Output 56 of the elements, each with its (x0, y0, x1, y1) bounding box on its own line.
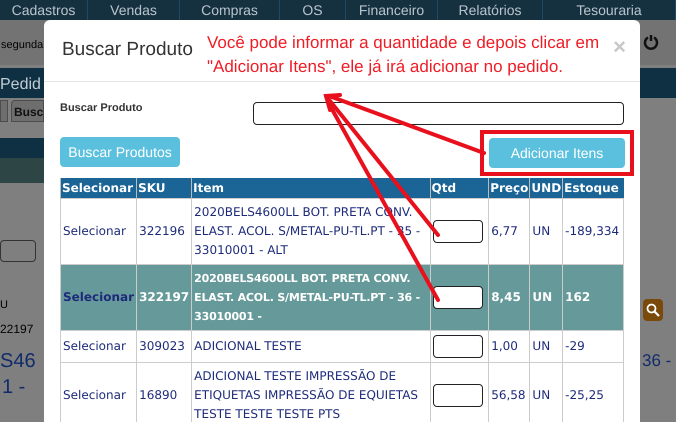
table-cell: -25,25 (562, 362, 624, 422)
field-label: Buscar Produto (60, 101, 144, 116)
nav-menu-item[interactable]: Compras (201, 0, 258, 20)
nav-menu-item[interactable]: Financeiro (358, 0, 424, 20)
column-header: Selecionar (60, 178, 137, 198)
table-cell: UN (530, 198, 563, 264)
search-field[interactable] (252, 102, 624, 125)
nav-menu-item[interactable]: Relatórios (458, 0, 522, 20)
column-header: Preço (488, 178, 530, 198)
product-name: 36 - (642, 350, 672, 372)
select-link[interactable]: Selecionar (60, 198, 137, 264)
table-cell: 162 (562, 264, 624, 330)
page-title: Pedid (0, 75, 41, 95)
table-row (0, 158, 44, 183)
table-header (0, 138, 44, 158)
select-link[interactable]: Selecionar (60, 330, 137, 362)
column-header: Qtd (430, 178, 489, 198)
column-header: Item (192, 178, 430, 198)
table-cell: ADICIONAL TESTE (192, 330, 430, 362)
column-label: U (0, 298, 8, 313)
table-cell: 6,77 (488, 198, 530, 264)
table-cell: UN (530, 264, 563, 330)
nav-menu-item[interactable]: Cadastros (12, 0, 76, 20)
table-cell: 322197 (136, 264, 192, 330)
select-link[interactable]: Selecionar (60, 264, 137, 330)
column-header: UND (530, 178, 563, 198)
select-link[interactable]: Selecionar (60, 362, 137, 422)
product-name: 1 - (2, 375, 26, 400)
table-cell: -29 (562, 330, 624, 362)
tab[interactable]: Busc (11, 100, 44, 122)
column-header: SKU (136, 178, 192, 198)
table-cell: 8,45 (488, 264, 530, 330)
nav-menu-item[interactable]: Vendas (110, 0, 157, 20)
table-cell-text: 22197 (0, 321, 34, 338)
quantity-field[interactable] (432, 334, 483, 358)
quantity-field[interactable] (432, 384, 483, 406)
annotation-text: Você pode informar a quantidade e depois clicar em "Adicionar Itens", ele já irá adicionar no pedido. (206, 32, 600, 78)
search-button[interactable] (643, 299, 663, 321)
user-text: segunda (1, 38, 44, 53)
nav-menu-item[interactable]: Tesouraria (576, 0, 642, 20)
table-cell: 1,00 (488, 330, 530, 362)
table-cell: UN (530, 330, 563, 362)
table-cell: -189,334 (562, 198, 624, 264)
quantity-field[interactable] (432, 220, 483, 242)
table-cell: ADICIONAL TESTE IMPRESSÃO DE ETIQUETAS IMPRESSÃO DE EQUIETAS TESTE TESTE TESTE PTS (192, 362, 430, 422)
table-cell: 322196 (136, 198, 192, 264)
dialog-title: Buscar Produto (62, 38, 193, 62)
column-header: Estoque (562, 178, 624, 198)
product-name: S46 (0, 349, 36, 374)
search-icon (646, 303, 660, 317)
power-icon[interactable] (643, 34, 659, 50)
input-field[interactable] (0, 240, 36, 262)
table-cell: 2020BELS4600LL BOT. PRETA CONV. ELAST. ACOL. S/METAL-PU-TL.PT - 36 - 33010001 - (192, 264, 430, 330)
nav-menu-item[interactable]: OS (302, 0, 323, 20)
table-cell: 309023 (136, 330, 192, 362)
quantity-field[interactable] (432, 286, 483, 308)
